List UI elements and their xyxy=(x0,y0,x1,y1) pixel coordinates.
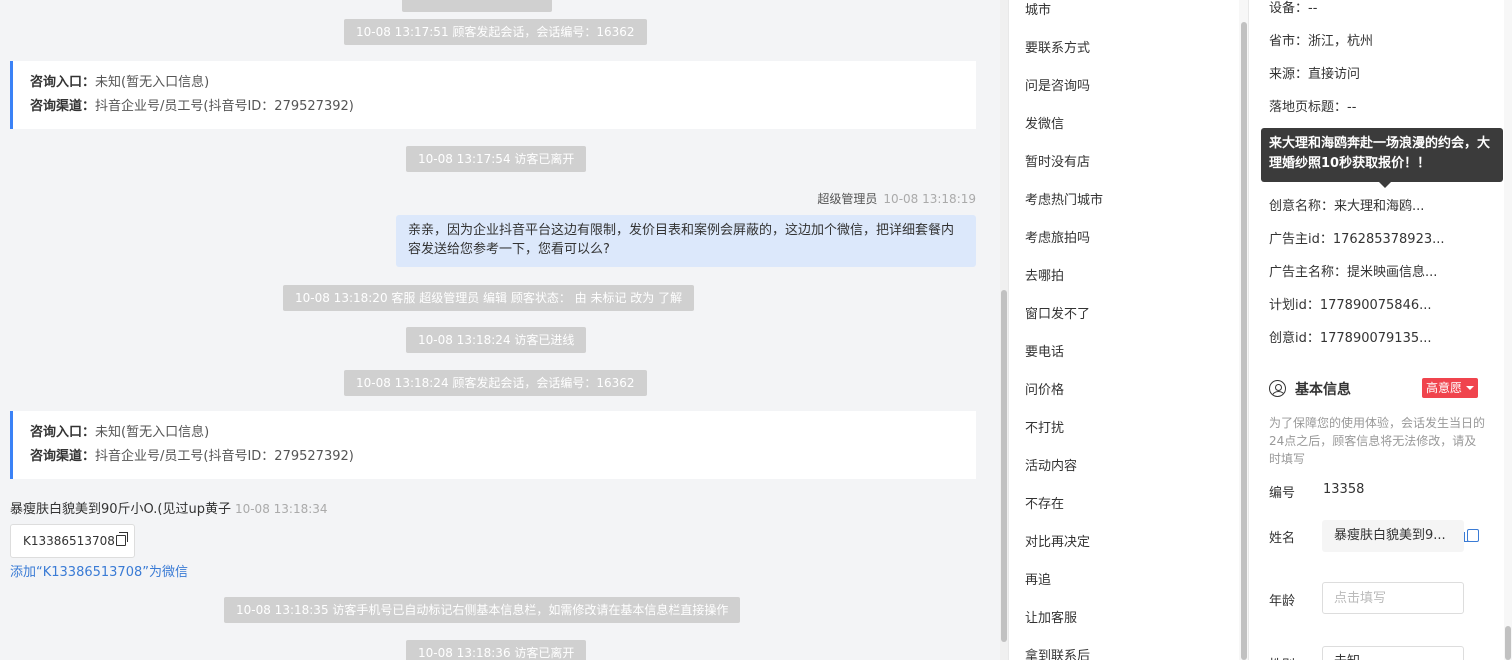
quick-reply-item[interactable]: 要联系方式 xyxy=(1025,37,1090,56)
agent-message-meta: 超级管理员 10-08 13:18:19 xyxy=(817,190,976,207)
channel-label: 咨询渠道： xyxy=(30,99,96,114)
system-message: 10-08 13:17:51 顾客发起会话，会话编号：16362 xyxy=(344,19,647,45)
entry-label: 咨询入口： xyxy=(30,75,96,90)
chat-scrollbar-thumb[interactable] xyxy=(1001,290,1007,642)
system-message: 10-08 13:17:54 访客已离开 xyxy=(406,146,587,172)
edit-notice: 为了保障您的使用体验，会话发生当日的24点之后，顾客信息将无法修改，请及时填写 xyxy=(1269,416,1486,466)
name-field[interactable]: 暴瘦肤白貌美到9... xyxy=(1322,520,1464,552)
quick-reply-item[interactable]: 拿到联系后 xyxy=(1025,645,1090,660)
quick-reply-item[interactable]: 问价格 xyxy=(1025,379,1064,398)
visitor-message-meta: 暴瘦肤白貌美到90斤小O.(见过up黄子 10-08 13:18:34 xyxy=(10,498,328,517)
quick-reply-scrollbar-thumb[interactable] xyxy=(1241,22,1247,660)
wechat-id: K13386513708 xyxy=(23,534,115,548)
visitor-name: 暴瘦肤白貌美到90斤小O.(见过up黄子 xyxy=(10,502,231,517)
entry-info-card: 咨询入口：未知(暂无入口信息) 咨询渠道：抖音企业号/员工号(抖音号ID：279… xyxy=(10,411,976,479)
channel-line: 咨询渠道：抖音企业号/员工号(抖音号ID：279527392) xyxy=(30,445,959,469)
quick-reply-item[interactable]: 对比再决定 xyxy=(1025,531,1090,550)
intent-label: 高意愿 xyxy=(1426,381,1463,395)
quick-reply-item[interactable]: 活动内容 xyxy=(1025,455,1077,474)
system-message: 10-08 13:18:35 访客手机号已自动标记右侧基本信息栏，如需修改请在基… xyxy=(224,597,741,623)
system-message: 10-08 13:18:24 顾客发起会话，会话编号：16362 xyxy=(344,370,647,396)
quick-reply-list[interactable]: 城市 要联系方式 问是咨询吗 发微信 暂时没有店 考虑热门城市 考虑旅拍吗 去哪… xyxy=(1008,0,1248,660)
quick-reply-item[interactable]: 让加客服 xyxy=(1025,607,1077,626)
entry-line: 咨询入口：未知(暂无入口信息) xyxy=(30,71,959,95)
caret-down-icon xyxy=(1466,386,1475,390)
copy-icon[interactable] xyxy=(1464,529,1479,542)
info-scrollbar-track[interactable] xyxy=(1504,0,1512,660)
quick-reply-item[interactable]: 要电话 xyxy=(1025,341,1064,360)
landing-url-tooltip: 来大理和海鸥奔赴一场浪漫的约会，大理婚纱照10秒获取报价！！ xyxy=(1261,128,1503,188)
basic-info-header: 基本信息 高意愿 xyxy=(1269,378,1501,400)
quick-reply-item[interactable]: 考虑热门城市 xyxy=(1025,189,1103,208)
gender-select[interactable]: 未知 xyxy=(1322,646,1464,660)
visitor-time: 10-08 13:18:34 xyxy=(234,502,328,516)
quick-reply-item[interactable]: 考虑旅拍吗 xyxy=(1025,227,1090,246)
intent-dropdown[interactable]: 高意愿 xyxy=(1422,378,1479,398)
copy-icon[interactable] xyxy=(115,532,128,546)
quick-reply-item[interactable]: 窗口发不了 xyxy=(1025,303,1090,322)
plan-id-field[interactable]: 计划id：177890075846... xyxy=(1269,294,1432,313)
age-label: 年龄 xyxy=(1269,594,1296,609)
quick-reply-item[interactable]: 不打扰 xyxy=(1025,417,1064,436)
gender-label: 性别 xyxy=(1269,654,1295,660)
quick-reply-item[interactable]: 去哪拍 xyxy=(1025,265,1064,284)
entry-value: 未知(暂无入口信息) xyxy=(95,75,210,90)
entry-info-card: 咨询入口：未知(暂无入口信息) 咨询渠道：抖音企业号/员工号(抖音号ID：279… xyxy=(10,61,976,129)
province-field: 省市：浙江，杭州 xyxy=(1269,34,1374,49)
device-field: 设备：-- xyxy=(1269,1,1318,16)
info-scrollbar-thumb[interactable] xyxy=(1505,626,1511,660)
agent-message-bubble: 亲亲，因为企业抖音平台这边有限制，发价目表和案例会屏蔽的，这边加个微信，把详细套… xyxy=(396,215,976,267)
entry-line: 咨询入口：未知(暂无入口信息) xyxy=(30,421,959,445)
quick-reply-item[interactable]: 城市 xyxy=(1025,0,1051,18)
creative-id-field[interactable]: 创意id：177890079135... xyxy=(1269,327,1432,346)
quick-reply-item[interactable]: 发微信 xyxy=(1025,113,1064,132)
agent-name: 超级管理员 xyxy=(817,192,878,206)
number-label: 编号 xyxy=(1269,486,1296,501)
quick-reply-item[interactable]: 暂时没有店 xyxy=(1025,151,1090,170)
entry-value: 未知(暂无入口信息) xyxy=(95,425,210,440)
entry-label: 咨询入口： xyxy=(30,425,96,440)
system-message xyxy=(402,0,552,12)
source-field: 来源：直接访问 xyxy=(1269,67,1361,82)
customer-info-panel[interactable]: 设备：-- 省市：浙江，杭州 来源：直接访问 落地页标题：-- 来大理和海鸥奔赴… xyxy=(1248,0,1512,660)
channel-value: 抖音企业号/员工号(抖音号ID：279527392) xyxy=(95,99,354,114)
wechat-id-card[interactable]: K13386513708 xyxy=(10,524,135,558)
system-message: 10-08 13:18:20 客服 超级管理员 编辑 顾客状态： 由 未标记 改… xyxy=(283,285,695,311)
name-label: 姓名 xyxy=(1269,531,1296,546)
advertiser-id-field[interactable]: 广告主id：176285378923... xyxy=(1269,228,1445,247)
system-message: 10-08 13:18:24 访客已进线 xyxy=(406,327,587,353)
advertiser-name-field[interactable]: 广告主名称：提米映画信息... xyxy=(1269,261,1437,280)
number-value: 13358 xyxy=(1323,482,1365,497)
add-wechat-link[interactable]: 添加“K13386513708”为微信 xyxy=(10,561,188,580)
quick-reply-item[interactable]: 再追 xyxy=(1025,569,1051,588)
quick-reply-item[interactable]: 不存在 xyxy=(1025,493,1064,512)
age-input[interactable] xyxy=(1322,582,1464,614)
channel-label: 咨询渠道： xyxy=(30,449,96,464)
user-circle-icon xyxy=(1269,380,1286,397)
creative-name-field[interactable]: 创意名称：来大理和海鸥... xyxy=(1269,195,1424,214)
quick-reply-item[interactable]: 问是咨询吗 xyxy=(1025,75,1090,94)
basic-info-title: 基本信息 xyxy=(1295,382,1351,398)
channel-line: 咨询渠道：抖音企业号/员工号(抖音号ID：279527392) xyxy=(30,95,959,119)
agent-time: 10-08 13:18:19 xyxy=(883,192,976,206)
chat-panel[interactable]: 10-08 13:17:51 顾客发起会话，会话编号：16362 咨询入口：未知… xyxy=(0,0,1008,660)
channel-value: 抖音企业号/员工号(抖音号ID：279527392) xyxy=(95,449,354,464)
system-message: 10-08 13:18:36 访客已离开 xyxy=(406,640,587,660)
landing-title-field: 落地页标题：-- xyxy=(1269,100,1357,115)
